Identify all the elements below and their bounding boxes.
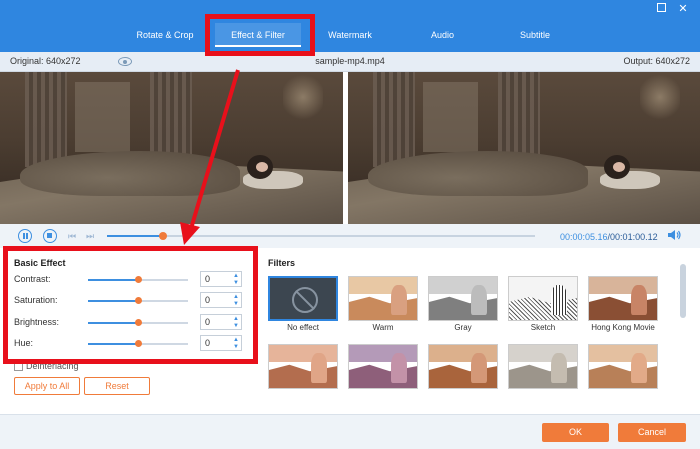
brightness-value[interactable]: 0: [205, 317, 210, 327]
filter-label: Gray: [454, 323, 472, 332]
filter-thumbnail[interactable]: [348, 276, 418, 321]
tab-watermark[interactable]: Watermark: [315, 23, 385, 47]
progress-track[interactable]: [107, 232, 535, 240]
filter-warm[interactable]: Warm: [348, 276, 418, 332]
volume-icon[interactable]: [667, 229, 681, 241]
hue-value[interactable]: 0: [205, 338, 210, 348]
filter-label: Warm: [372, 323, 394, 332]
time-display: 00:00:05.16/00:01:00.12: [560, 232, 658, 242]
brightness-label: Brightness:: [14, 317, 60, 327]
maximize-icon: [656, 3, 666, 12]
output-preview: [348, 72, 700, 224]
spin-down-icon[interactable]: ▼: [233, 323, 239, 329]
saturation-value[interactable]: 0: [205, 295, 210, 305]
saturation-handle[interactable]: [134, 297, 142, 304]
filter-thumbnail-row2[interactable]: [588, 344, 658, 399]
filters-panel: No effect Warm Gray Sketch Hong Kong Mov…: [262, 248, 682, 413]
contrast-value[interactable]: 0: [205, 274, 210, 284]
filter-label: No effect: [287, 323, 319, 332]
next-frame-icon[interactable]: ⏭: [86, 231, 94, 241]
current-time: 00:00:05.16: [560, 232, 608, 242]
filter-no-effect[interactable]: No effect: [268, 276, 338, 332]
filter-thumbnail-row2[interactable]: [268, 344, 338, 399]
hue-label: Hue:: [14, 338, 34, 348]
spin-down-icon[interactable]: ▼: [233, 301, 239, 307]
spin-up-icon[interactable]: ▲: [233, 337, 239, 343]
info-bar: Original: 640x272 sample-mp4.mp4 Output:…: [0, 52, 700, 72]
basic-effect-title: Basic Effect: [14, 258, 66, 268]
hue-slider[interactable]: [88, 340, 188, 347]
filter-thumbnail[interactable]: [268, 276, 338, 321]
pause-icon[interactable]: [18, 229, 32, 243]
close-icon: ✕: [678, 3, 688, 15]
brightness-spinbox[interactable]: 0 ▲ ▼: [200, 314, 242, 330]
checkbox-icon[interactable]: [14, 362, 23, 372]
title-bar: Rotate & Crop Effect & Filter Watermark …: [0, 0, 700, 52]
filter-thumbnail[interactable]: [348, 344, 418, 389]
file-name: sample-mp4.mp4: [315, 56, 385, 66]
hue-row: Hue: 0 ▲ ▼: [14, 335, 244, 353]
brightness-slider[interactable]: [88, 319, 188, 326]
cancel-button[interactable]: Cancel: [618, 423, 686, 442]
spin-down-icon[interactable]: ▼: [233, 344, 239, 350]
filter-thumbnail[interactable]: [508, 344, 578, 389]
ok-button[interactable]: OK: [542, 423, 609, 442]
progress-handle[interactable]: [158, 232, 167, 240]
saturation-label: Saturation:: [14, 295, 58, 305]
contrast-slider[interactable]: [88, 276, 188, 283]
filter-thumbnail-row2[interactable]: [508, 344, 578, 399]
saturation-row: Saturation: 0 ▲ ▼: [14, 292, 244, 310]
filter-thumbnail[interactable]: [588, 276, 658, 321]
contrast-row: Contrast: 0 ▲ ▼: [14, 271, 244, 289]
original-preview: [0, 72, 343, 224]
filter-thumbnail[interactable]: [428, 344, 498, 389]
footer: OK Cancel: [0, 414, 700, 449]
tab-subtitle[interactable]: Subtitle: [505, 23, 565, 47]
spin-down-icon[interactable]: ▼: [233, 280, 239, 286]
brightness-row: Brightness: 0 ▲ ▼: [14, 314, 244, 332]
spin-up-icon[interactable]: ▲: [233, 294, 239, 300]
reset-button[interactable]: Reset: [84, 377, 150, 395]
deinterlacing-checkbox[interactable]: Deinterlacing: [14, 361, 79, 372]
filter-thumbnail[interactable]: [268, 344, 338, 389]
no-effect-icon: [292, 287, 318, 313]
output-resolution: Output: 640x272: [623, 56, 690, 66]
filter-thumbnail[interactable]: [508, 276, 578, 321]
filter-label: Hong Kong Movie: [591, 323, 655, 332]
saturation-slider[interactable]: [88, 297, 188, 304]
close-button[interactable]: ✕: [677, 3, 689, 15]
filter-thumbnail[interactable]: [588, 344, 658, 389]
filter-thumbnail-row2[interactable]: [428, 344, 498, 399]
previous-frame-icon[interactable]: ⏮: [68, 231, 76, 241]
filter-sketch[interactable]: Sketch: [508, 276, 578, 332]
tab-effect-filter[interactable]: Effect & Filter: [215, 23, 301, 47]
filter-thumbnail-row2[interactable]: [348, 344, 418, 399]
filter-hong-kong-movie[interactable]: Hong Kong Movie: [588, 276, 658, 332]
deinterlacing-label: Deinterlacing: [26, 361, 79, 371]
contrast-label: Contrast:: [14, 274, 51, 284]
filters-scrollbar[interactable]: [680, 264, 686, 318]
brightness-handle[interactable]: [134, 319, 142, 326]
tab-rotate-crop[interactable]: Rotate & Crop: [125, 23, 205, 47]
contrast-spinbox[interactable]: 0 ▲ ▼: [200, 271, 242, 287]
spin-up-icon[interactable]: ▲: [233, 316, 239, 322]
filter-thumbnail[interactable]: [428, 276, 498, 321]
filter-gray[interactable]: Gray: [428, 276, 498, 332]
progress-fill: [107, 235, 163, 237]
maximize-button[interactable]: [655, 3, 667, 15]
tab-audio[interactable]: Audio: [415, 23, 470, 47]
spin-up-icon[interactable]: ▲: [233, 273, 239, 279]
hue-handle[interactable]: [134, 340, 142, 347]
apply-to-all-button[interactable]: Apply to All: [14, 377, 80, 395]
hue-spinbox[interactable]: 0 ▲ ▼: [200, 335, 242, 351]
contrast-handle[interactable]: [134, 276, 142, 283]
total-time: /00:01:00.12: [607, 232, 658, 242]
filter-label: Sketch: [530, 323, 556, 332]
stop-icon[interactable]: [43, 229, 57, 243]
saturation-spinbox[interactable]: 0 ▲ ▼: [200, 292, 242, 308]
